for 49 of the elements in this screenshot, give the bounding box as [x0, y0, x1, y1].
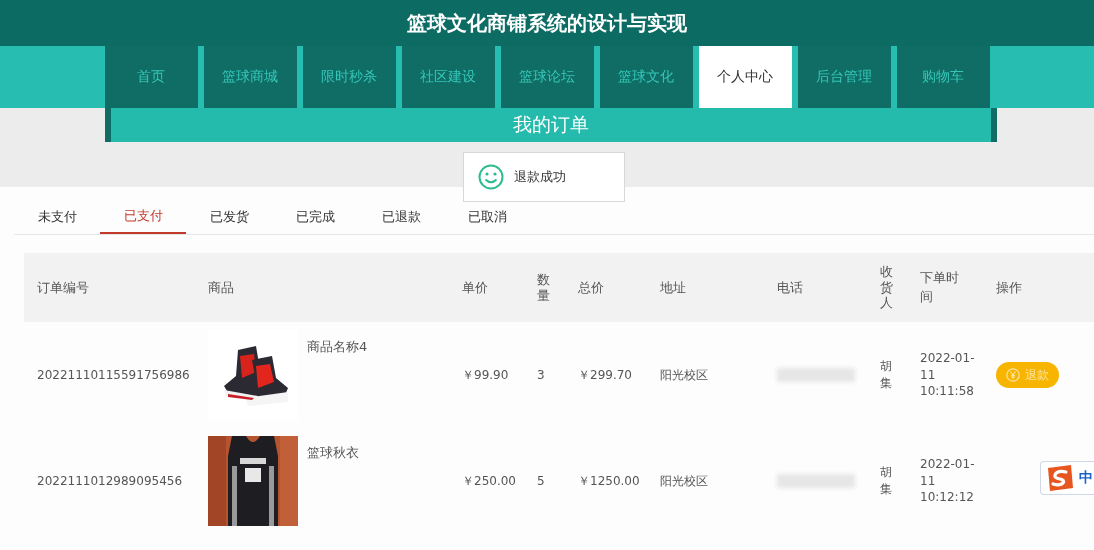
nav-tab[interactable]: 首页	[104, 46, 198, 108]
receiver-name: 胡集	[880, 358, 893, 392]
nav-tab[interactable]: 篮球论坛	[500, 46, 594, 108]
nav-tab[interactable]: 购物车	[896, 46, 990, 108]
toast-message: 退款成功	[514, 168, 566, 186]
total-price: ￥299.70	[578, 366, 633, 384]
order-time: 2022-01-11 10:12:12	[920, 455, 976, 507]
address: 阳光校区	[660, 472, 709, 490]
address: 阳光校区	[660, 366, 709, 384]
total-price: ￥1250.00	[578, 472, 641, 490]
nav-tab[interactable]: 篮球商城	[203, 46, 297, 108]
order-time: 2022-01-11 10:11:58	[920, 349, 976, 401]
product-name: 商品名称4	[307, 338, 368, 356]
column-header: 总价	[578, 278, 605, 297]
status-tab[interactable]: 已发货	[186, 200, 272, 234]
yen-icon	[1006, 368, 1020, 382]
nav-tab[interactable]: 后台管理	[797, 46, 891, 108]
column-header: 电话	[777, 278, 804, 297]
status-tab[interactable]: 已取消	[444, 200, 530, 234]
unit-price: ￥99.90	[462, 366, 510, 384]
status-tab[interactable]: 已退款	[358, 200, 444, 234]
nav-tab[interactable]: 社区建设	[401, 46, 495, 108]
unit-price: ￥250.00	[462, 472, 517, 490]
column-header: 单价	[462, 278, 489, 297]
nav-tab[interactable]: 限时秒杀	[302, 46, 396, 108]
column-header: 收货人	[880, 264, 894, 311]
nav-tab[interactable]: 篮球文化	[599, 46, 693, 108]
product-name: 篮球秋衣	[307, 444, 359, 462]
smiley-icon	[478, 164, 504, 190]
column-header: 订单编号	[37, 278, 90, 297]
banner-title: 我的订单	[513, 112, 589, 137]
ime-label: 中	[1079, 469, 1093, 487]
column-header: 地址	[660, 278, 687, 297]
receiver-name: 胡集	[880, 464, 893, 498]
ime-logo-icon	[1045, 464, 1075, 492]
column-header: 下单时间	[920, 269, 960, 306]
status-tab[interactable]: 未支付	[14, 200, 100, 234]
nav-tab[interactable]: 个人中心	[698, 46, 792, 108]
order-number: 20221110115591756986	[37, 368, 191, 382]
order-number: 2022111012989095456	[37, 474, 184, 488]
quantity: 3	[537, 368, 546, 382]
column-header: 操作	[996, 278, 1023, 297]
status-tab[interactable]: 已完成	[272, 200, 358, 234]
quantity: 5	[537, 474, 546, 488]
status-tab[interactable]: 已支付	[100, 200, 186, 234]
site-title: 篮球文化商铺系统的设计与实现	[407, 9, 687, 37]
column-header: 商品	[208, 278, 235, 297]
column-header: 数量	[537, 271, 551, 304]
ime-indicator[interactable]: 中	[1040, 461, 1094, 495]
